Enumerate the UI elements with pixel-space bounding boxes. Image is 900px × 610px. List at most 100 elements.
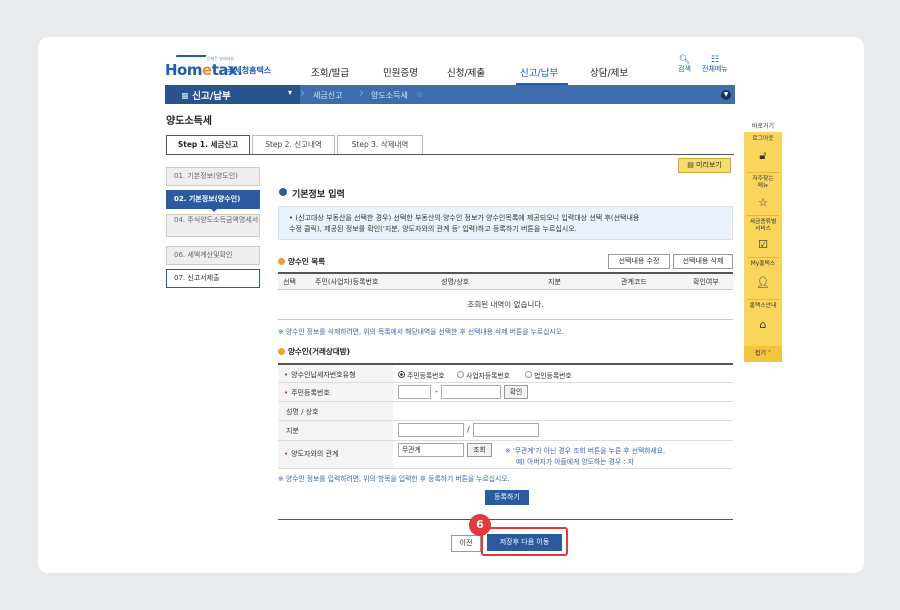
rrn-back-input[interactable] (441, 385, 501, 399)
footer-divider (278, 519, 733, 520)
form-row-divider (278, 420, 733, 421)
form-bullet-icon (278, 348, 285, 355)
quick-divider (747, 299, 779, 300)
share-numerator-input[interactable] (398, 423, 464, 437)
quick-hometax-guide[interactable]: 홈택스안내 (744, 303, 782, 310)
register-button[interactable]: 등록하기 (485, 490, 529, 505)
document-icon: ▤ (687, 161, 694, 169)
gnb-item-apply[interactable]: 신청/제출 (447, 65, 485, 79)
form-row-divider (278, 401, 733, 402)
rrn-label: • 주민등록번호 (284, 389, 330, 397)
form-row-divider (278, 440, 733, 441)
search-button[interactable]: 🔍︎ 검색 (678, 56, 691, 74)
quick-divider (747, 215, 779, 216)
transferee-list-title: 양수인 목록 (288, 257, 326, 266)
favorite-star-icon[interactable]: ☆ (416, 90, 423, 99)
register-help-note: ※ 양수인 정보를 입력하려면, 위의 항목을 입력한 후 등록하기 버튼을 누… (278, 475, 510, 483)
nav-dropdown-icon[interactable]: ▾ (288, 88, 292, 97)
delete-selected-button[interactable]: 선택내용 삭제 (673, 254, 733, 269)
hometax-logo[interactable]: 언제든 날래세요 Hometax. 국세청홈택스 (165, 55, 275, 79)
star-icon[interactable]: ☆ (753, 196, 773, 209)
quick-my-hometax[interactable]: My홈택스 (744, 261, 782, 268)
tab-step2[interactable]: Step 2. 신고내역 (252, 135, 335, 154)
breadcrumb-separator-icon: › (359, 86, 365, 101)
preview-button[interactable]: ▤ 미리보기 (678, 158, 731, 173)
lock-icon[interactable]: 🔓︎ (753, 149, 773, 163)
share-separator: / (467, 425, 470, 434)
step-number-badge: 6 (469, 514, 491, 536)
gnb-item-consult[interactable]: 상담/제보 (590, 65, 628, 79)
column-header: 관계코드 (621, 278, 647, 286)
relation-note: ※ '무관계'가 아닌 경우 조회 버튼을 누른 후 선택하세요. (505, 447, 666, 455)
screenshot-card: 언제든 날래세요 Hometax. 국세청홈택스 조회/발급 민원증명 신청/제… (38, 37, 864, 573)
empty-list-message: 조회된 내역이 없습니다. (467, 300, 544, 309)
info-text-line1: • (신고대상 부동산을 선택한 경우) 선택한 부동산의 양수인 정보가 양수… (289, 214, 640, 222)
quick-menu-title: 바로가기 (751, 123, 775, 130)
user-icon[interactable]: 👤︎ (753, 276, 773, 289)
table-bottom-border (278, 319, 733, 320)
tab-step1[interactable]: Step 1. 세금신고 (166, 135, 250, 154)
quick-logout[interactable]: 로그아웃 (744, 136, 782, 143)
gnb-item-inquiry[interactable]: 조회/발급 (311, 65, 349, 79)
share-denominator-input[interactable] (473, 423, 539, 437)
logo-subtitle: 국세청홈택스 (227, 66, 272, 75)
column-header: 성명/상호 (441, 278, 470, 286)
column-header: 주민(사업자)등록번호 (315, 278, 379, 286)
step-tax-calculation[interactable]: 06. 세액계산및확인 (166, 246, 260, 265)
step-transferee-info[interactable]: 02. 기본정보(양수인) (166, 190, 260, 209)
step-stock-gains[interactable]: 04. 주식양도소득금액명세서 (166, 214, 260, 237)
edit-selected-button[interactable]: 선택내용 수정 (608, 254, 670, 269)
column-header: 지분 (548, 278, 561, 286)
section-title: 기본정보 입력 (292, 190, 345, 200)
nav-expand-icon[interactable]: ▼ (721, 90, 731, 100)
current-step-arrow-icon (210, 208, 218, 212)
info-box: • (신고대상 부동산을 선택한 경우) 선택한 부동산의 양수인 정보가 양수… (278, 206, 733, 240)
breadcrumb-capital-gains-tax[interactable]: 양도소득세 (371, 90, 408, 101)
quick-divider (747, 172, 779, 173)
radio-resident-number[interactable]: 주민등록번호 (398, 370, 445, 380)
quick-menu-collapse[interactable]: 접기 ˄ (744, 346, 782, 362)
quick-tax-services[interactable]: 세금종류별서비스 (744, 219, 782, 233)
gnb-item-report-pay[interactable]: 신고/납부 (520, 65, 558, 79)
relation-example: 예) 아버지가 아들에게 양도하는 경우 : 자 (516, 458, 634, 466)
relation-lookup-button[interactable]: 조회 (467, 443, 492, 457)
breadcrumb-tax-report[interactable]: 세금신고 (313, 90, 342, 101)
search-label: 검색 (678, 65, 691, 73)
all-menu-label: 전체메뉴 (702, 65, 728, 73)
section-bullet-icon (279, 188, 287, 196)
page-title: 양도소득세 (166, 116, 212, 127)
delete-help-note: ※ 양수인 정보를 삭제하려면, 위의 목록에서 해당내역을 선택한 후 선택내… (278, 328, 565, 336)
list-bullet-icon (278, 258, 285, 265)
transferee-form-title: 양수인(거래상대방) (288, 347, 351, 356)
tab-step3[interactable]: Step 3. 삭제내역 (337, 135, 423, 154)
name-label: 성명 / 상호 (286, 408, 319, 416)
column-header: 선택 (283, 278, 296, 286)
rrn-dash: - (435, 387, 438, 396)
all-menu-button[interactable]: ☷ 전체메뉴 (702, 56, 728, 74)
grid-icon: ☷ (710, 55, 719, 65)
gnb-item-certificate[interactable]: 민원증명 (383, 65, 418, 79)
rrn-confirm-button[interactable]: 확인 (504, 385, 528, 399)
radio-corporate-number[interactable]: 법인등록번호 (525, 370, 572, 380)
save-and-next-button[interactable]: 저장후 다음 이동 (487, 534, 562, 551)
nav-title[interactable]: ≡ 신고/납부 (181, 88, 231, 102)
step-transferor-info[interactable]: 01. 기본정보(양도인) (166, 167, 260, 186)
step-submit[interactable]: 07. 신고서제출 (166, 269, 260, 288)
breadcrumb-separator-icon: › (300, 86, 306, 101)
home-icon[interactable]: ⌂ (753, 318, 773, 331)
previous-button[interactable]: 이전 (451, 535, 481, 552)
tab-divider (166, 154, 734, 155)
rrn-front-input[interactable] (398, 385, 431, 399)
relation-input[interactable]: 무관계 (398, 443, 464, 457)
quick-favorite-menu[interactable]: 자주찾는메뉴 (744, 176, 782, 190)
relation-label: • 양도자와의 관계 (284, 450, 339, 458)
search-icon: 🔍︎ (678, 55, 691, 65)
column-header: 확인여부 (693, 278, 719, 286)
share-label: 지분 (286, 427, 299, 435)
info-text-line2: 수정 클릭), 제공된 정보를 확인('지분, 양도자와의 관계 등' 입력)하… (289, 225, 577, 233)
radio-business-number[interactable]: 사업자등록번호 (457, 370, 510, 380)
quick-divider (747, 257, 779, 258)
form-row-divider (278, 382, 733, 383)
checkbox-icon[interactable]: ☑ (753, 238, 773, 251)
form-row-divider (278, 468, 733, 469)
